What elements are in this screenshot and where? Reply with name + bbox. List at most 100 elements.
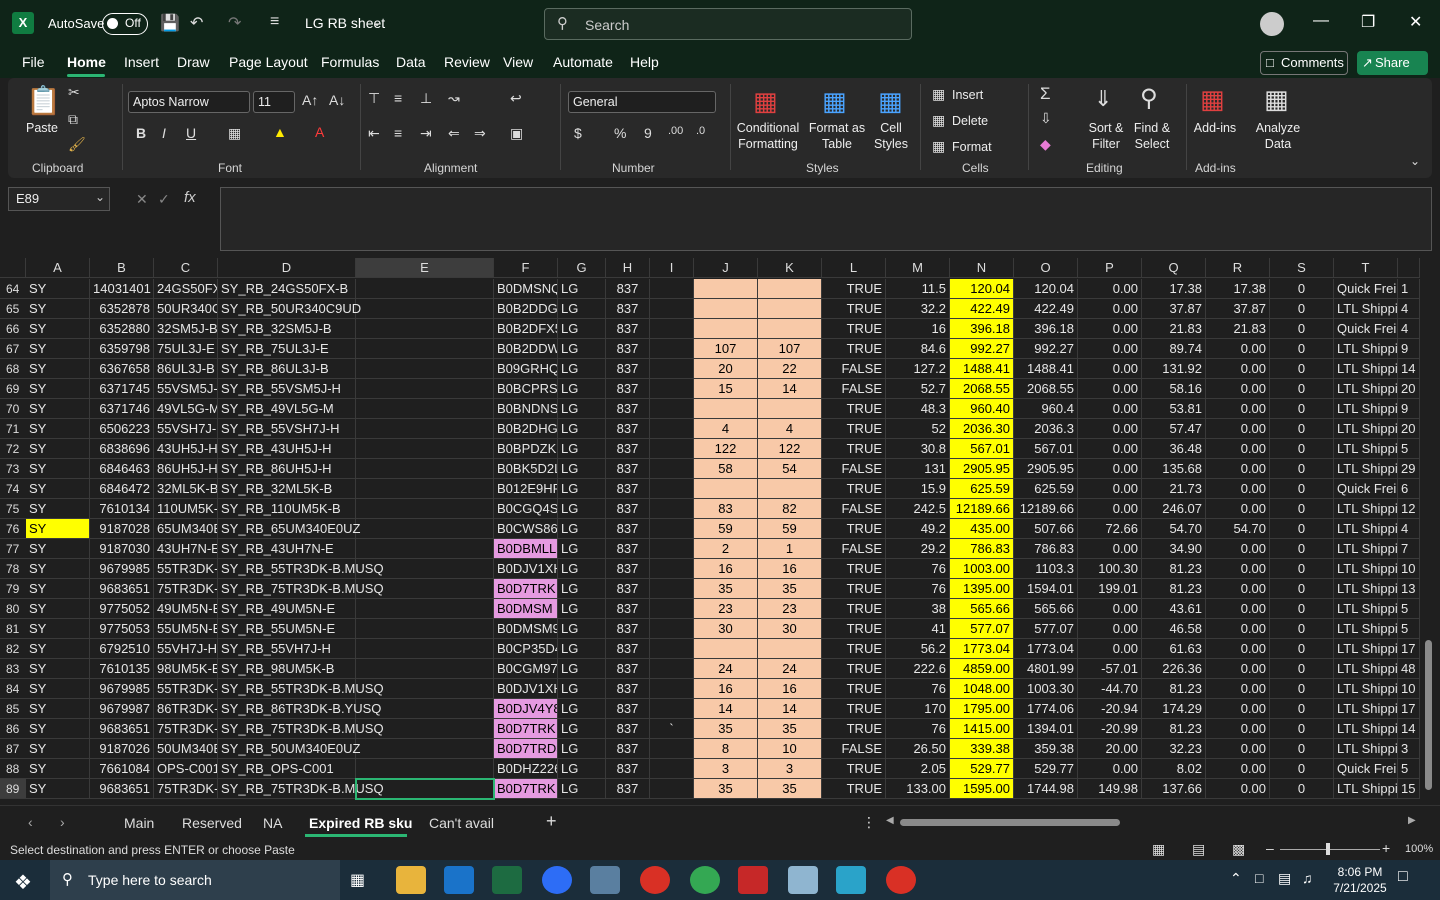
cell-c81[interactable]: 55UM5N-E	[154, 619, 218, 639]
cell-t69[interactable]: LTL Shippi	[1334, 379, 1398, 399]
cell-o66[interactable]: 396.18	[1014, 319, 1078, 339]
cell-styles-icon[interactable]: ▦	[878, 86, 903, 117]
sort-filter-icon[interactable]: ⇓	[1094, 86, 1112, 112]
cell-o82[interactable]: 1773.04	[1014, 639, 1078, 659]
cell-b87[interactable]: 9187026	[90, 739, 154, 759]
redo-icon[interactable]: ↷	[228, 13, 241, 33]
cell-a68[interactable]: SY	[26, 359, 90, 379]
cell-k67[interactable]: 107	[758, 339, 822, 359]
cell-o70[interactable]: 960.4	[1014, 399, 1078, 419]
cell-i76[interactable]	[650, 519, 694, 539]
cell-e88[interactable]	[356, 759, 494, 779]
cell-g84[interactable]: LG	[558, 679, 606, 699]
cell-o65[interactable]: 422.49	[1014, 299, 1078, 319]
cell-d71[interactable]: SY_RB_55VSH7J-H	[218, 419, 356, 439]
cell-h83[interactable]: 837	[606, 659, 650, 679]
cell-u71[interactable]: 20	[1398, 419, 1420, 439]
cell-a89[interactable]: SY	[26, 779, 90, 799]
cell-d89[interactable]: SY_RB_75TR3DK-B.MUSQ	[218, 779, 384, 799]
add-ins-icon[interactable]: ▦	[1200, 84, 1225, 115]
format-as-table-icon[interactable]: ▦	[822, 86, 847, 117]
cell-q78[interactable]: 81.23	[1142, 559, 1206, 579]
tray-app-icon[interactable]: □	[1255, 870, 1263, 886]
row-header[interactable]: 75	[0, 499, 26, 519]
cell-m81[interactable]: 41	[886, 619, 950, 639]
column-header-s[interactable]: S	[1270, 258, 1334, 278]
cell-r89[interactable]: 0.00	[1206, 779, 1270, 799]
cell-n87[interactable]: 339.38	[950, 739, 1014, 759]
cell-r78[interactable]: 0.00	[1206, 559, 1270, 579]
cell-h68[interactable]: 837	[606, 359, 650, 379]
cell-p86[interactable]: -20.99	[1078, 719, 1142, 739]
cell-o72[interactable]: 567.01	[1014, 439, 1078, 459]
cell-m89[interactable]: 133.00	[886, 779, 950, 799]
cell-e81[interactable]	[356, 619, 494, 639]
column-header-i[interactable]: I	[650, 258, 694, 278]
increase-font-icon[interactable]: A↑	[302, 92, 318, 108]
cell-f84[interactable]: B0DJV1XH	[494, 679, 558, 699]
cell-u65[interactable]: 4	[1398, 299, 1420, 319]
cell-u82[interactable]: 17	[1398, 639, 1420, 659]
comments-button[interactable]: □ Comments	[1260, 51, 1348, 75]
cell-i69[interactable]	[650, 379, 694, 399]
cell-r67[interactable]: 0.00	[1206, 339, 1270, 359]
paste-icon[interactable]: 📋	[26, 84, 61, 117]
cell-q75[interactable]: 246.07	[1142, 499, 1206, 519]
addins-label[interactable]: Add-ins	[1190, 120, 1240, 136]
column-header-b[interactable]: B	[90, 258, 154, 278]
column-header-f[interactable]: F	[494, 258, 558, 278]
select-all-corner[interactable]	[0, 258, 26, 278]
column-header-t[interactable]: T	[1334, 258, 1398, 278]
cell-r87[interactable]: 0.00	[1206, 739, 1270, 759]
row-header[interactable]: 84	[0, 679, 26, 699]
cell-i73[interactable]	[650, 459, 694, 479]
cell-d77[interactable]: SY_RB_43UH7N-E	[218, 539, 356, 559]
cell-m76[interactable]: 49.2	[886, 519, 950, 539]
bold-icon[interactable]: B	[136, 125, 146, 141]
cell-j81[interactable]: 30	[694, 619, 758, 639]
cell-l66[interactable]: TRUE	[822, 319, 886, 339]
cell-c70[interactable]: 49VL5G-M	[154, 399, 218, 419]
cell-l71[interactable]: TRUE	[822, 419, 886, 439]
cell-h71[interactable]: 837	[606, 419, 650, 439]
cell-r88[interactable]: 0.00	[1206, 759, 1270, 779]
column-header-m[interactable]: M	[886, 258, 950, 278]
font-size-select[interactable]: 11	[253, 91, 295, 113]
cell-i81[interactable]	[650, 619, 694, 639]
cell-j88[interactable]: 3	[694, 759, 758, 779]
cell-q83[interactable]: 226.36	[1142, 659, 1206, 679]
cell-c73[interactable]: 86UH5J-H	[154, 459, 218, 479]
cell-g70[interactable]: LG	[558, 399, 606, 419]
cell-e77[interactable]	[356, 539, 494, 559]
cell-i79[interactable]	[650, 579, 694, 599]
cell-s68[interactable]: 0	[1270, 359, 1334, 379]
cell-e87[interactable]	[356, 739, 494, 759]
cell-s83[interactable]: 0	[1270, 659, 1334, 679]
cell-k81[interactable]: 30	[758, 619, 822, 639]
increase-decimal-icon[interactable]: .00	[668, 125, 683, 137]
clock-time[interactable]: 8:06 PM	[1330, 864, 1390, 880]
row-header[interactable]: 64	[0, 279, 26, 299]
cell-m83[interactable]: 222.6	[886, 659, 950, 679]
cell-l85[interactable]: TRUE	[822, 699, 886, 719]
cell-r84[interactable]: 0.00	[1206, 679, 1270, 699]
cell-b83[interactable]: 7610135	[90, 659, 154, 679]
cell-j86[interactable]: 35	[694, 719, 758, 739]
cell-n79[interactable]: 1395.00	[950, 579, 1014, 599]
cell-h78[interactable]: 837	[606, 559, 650, 579]
cell-f75[interactable]: B0CGQ4S	[494, 499, 558, 519]
cell-u72[interactable]: 5	[1398, 439, 1420, 459]
cell-a73[interactable]: SY	[26, 459, 90, 479]
cell-e83[interactable]	[356, 659, 494, 679]
align-middle-icon[interactable]: ≡	[394, 90, 402, 106]
cell-n64[interactable]: 120.04	[950, 279, 1014, 299]
format-painter-icon[interactable]: 🖌	[68, 136, 86, 153]
cell-p70[interactable]: 0.00	[1078, 399, 1142, 419]
cell-c71[interactable]: 55VSH7J-	[154, 419, 218, 439]
column-header-r[interactable]: R	[1206, 258, 1270, 278]
cell-s78[interactable]: 0	[1270, 559, 1334, 579]
cell-i67[interactable]	[650, 339, 694, 359]
cell-l67[interactable]: TRUE	[822, 339, 886, 359]
cell-k71[interactable]: 4	[758, 419, 822, 439]
cell-s73[interactable]: 0	[1270, 459, 1334, 479]
